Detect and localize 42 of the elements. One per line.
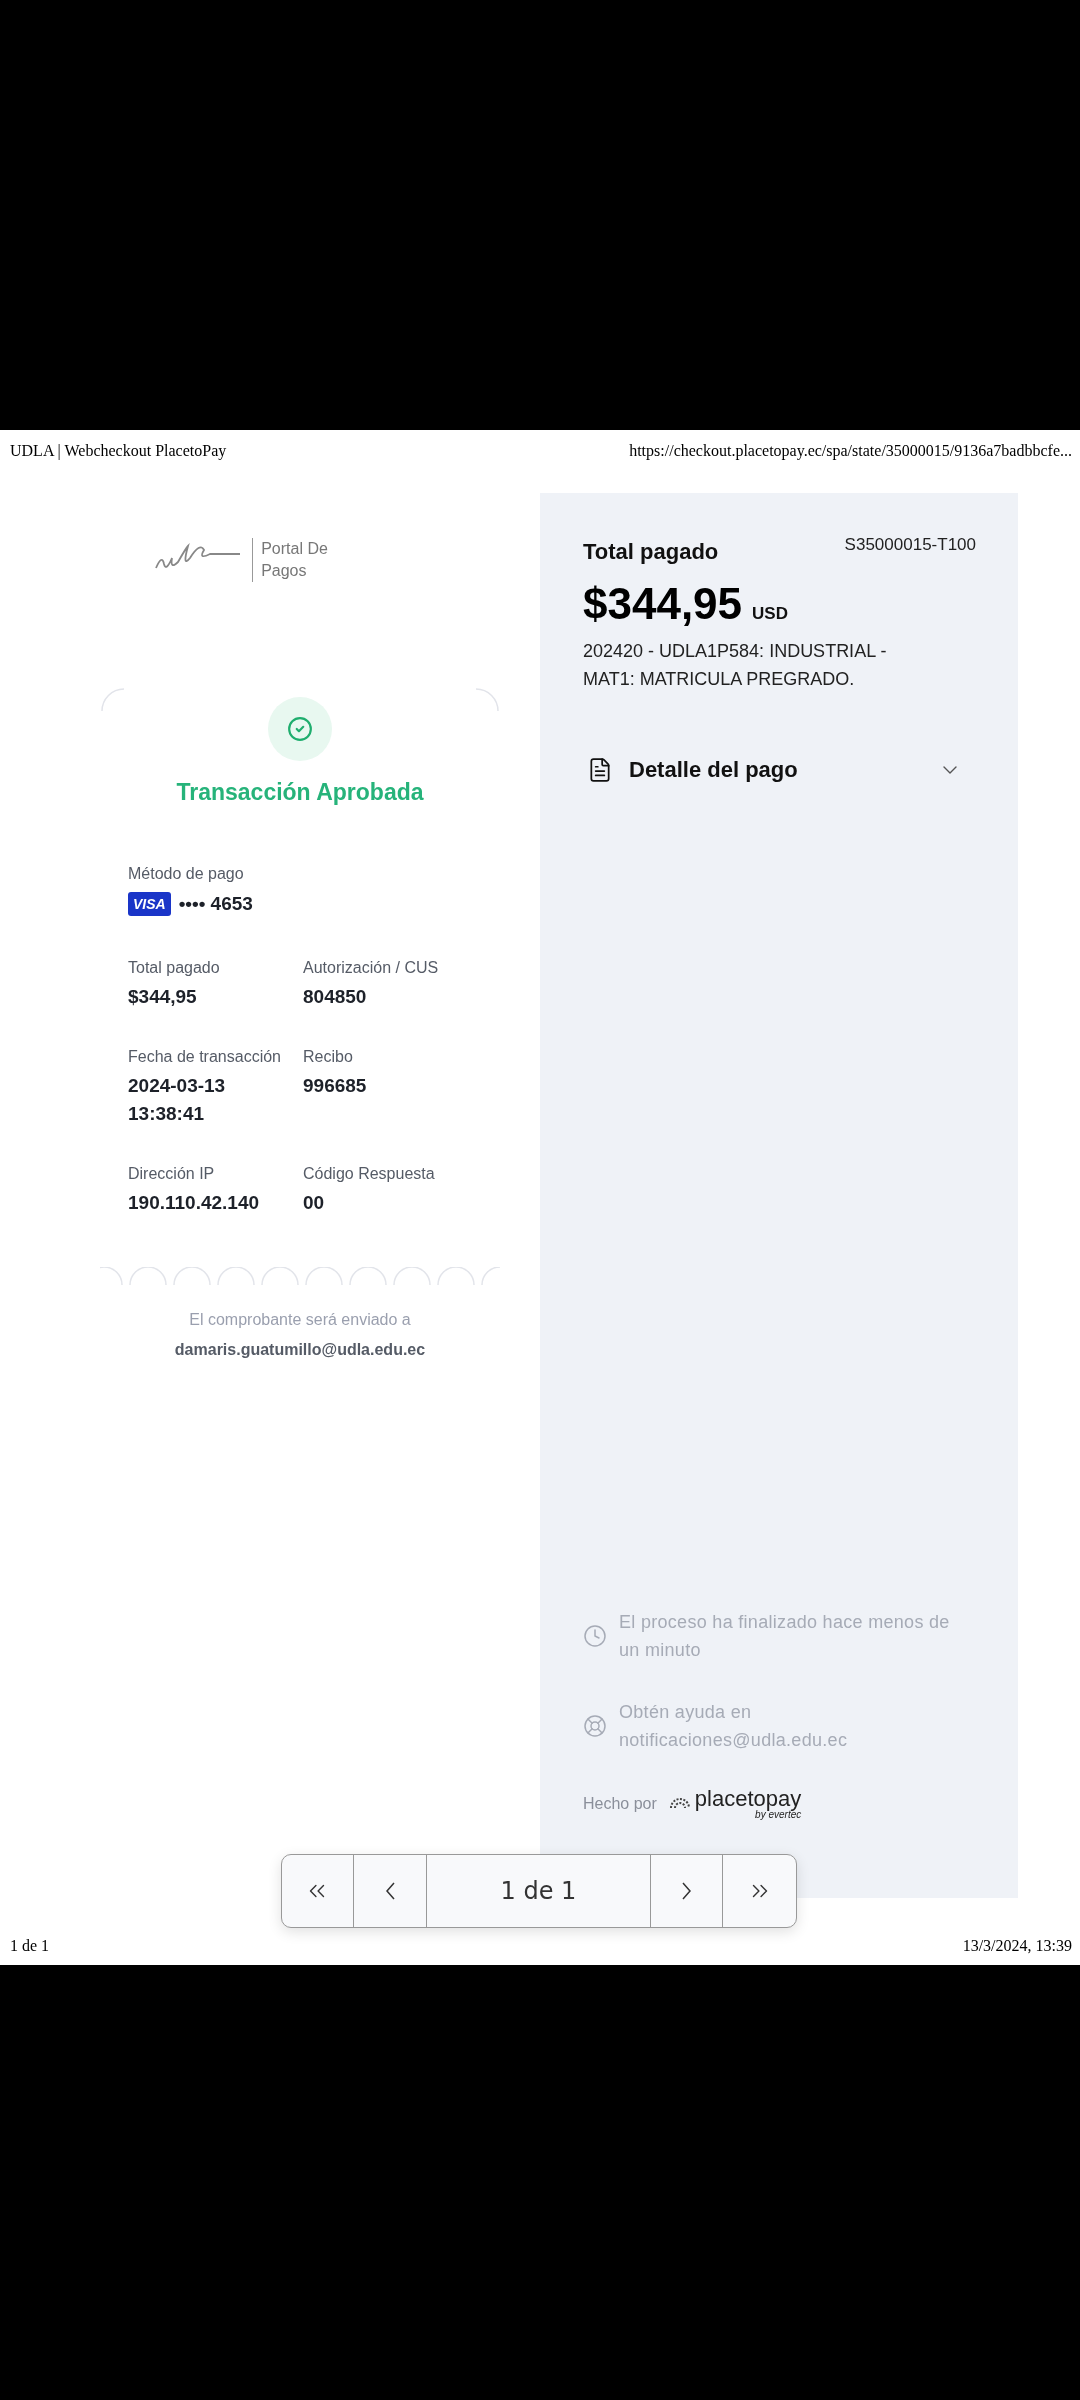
field-label: Fecha de transacción: [128, 1047, 282, 1067]
brand-mark-icon: [668, 1798, 691, 1810]
chevron-right-icon: [681, 1882, 691, 1900]
brand-tagline: by evertec: [755, 1810, 802, 1820]
summary-title: Total pagado: [583, 539, 719, 565]
reference-code: S35000015-T100: [844, 535, 976, 555]
info-note: El proceso ha finalizado hace menos de un minuto: [619, 1611, 951, 1662]
field-label: Recibo: [303, 1047, 354, 1067]
card-brand-badge: VISA: [128, 892, 171, 916]
field-value: 804850: [303, 985, 368, 1009]
status-title: Transacción Aprobada: [176, 779, 424, 806]
payment-detail-toggle[interactable]: Detalle del pago: [583, 757, 976, 783]
field-value: 996685: [303, 1074, 368, 1098]
chevron-left-icon: [385, 1882, 395, 1900]
print-date: 13/3/2024, 13:39: [962, 1937, 1072, 1955]
field-value: $344,95: [128, 985, 198, 1009]
card-number: •••• 4653: [178, 892, 253, 916]
info-note: Obtén ayuda en notificaciones@udla.edu.ec: [619, 1701, 849, 1752]
page-number: 1 de 1: [10, 1937, 50, 1955]
made-by-label: Hecho por: [583, 1795, 657, 1813]
receipt-note: El comprobante será enviado a: [189, 1311, 411, 1329]
receipt-email: damaris.guatumillo@udla.edu.ec: [174, 1341, 426, 1359]
total-amount: $344,95: [583, 579, 743, 629]
field-label: Total pagado: [128, 958, 221, 978]
field-value: 00: [303, 1191, 326, 1215]
field-label: Método de pago: [128, 864, 245, 884]
currency-label: USD: [752, 604, 788, 624]
field-label: Autorización / CUS: [303, 958, 440, 978]
payment-description: 202420 - UDLA1P584: INDUSTRIAL - MAT1: MATRICULA PREGRADO.: [583, 640, 888, 691]
portal-title: Portal De Pagos: [252, 538, 328, 582]
clock-icon: [583, 1624, 607, 1648]
brand-name: placetopay: [694, 1788, 802, 1810]
field-label: Dirección IP: [128, 1164, 216, 1184]
page-indicator[interactable]: 1 de 1: [427, 1855, 651, 1927]
field-value: 2024-03-13 13:38:41: [128, 1074, 227, 1126]
page-title: UDLA | Webcheckout PlacetoPay: [10, 442, 227, 462]
lifebuoy-icon: [583, 1714, 607, 1738]
field-label: Código Respuesta: [303, 1164, 436, 1184]
document-icon: [587, 757, 613, 783]
page-url: https://checkout.placetopay.ec/spa/state/35000015/9136a7badbbcfe...: [629, 442, 1072, 462]
check-circle-icon: [287, 716, 313, 742]
field-value: 190.110.42.140: [128, 1191, 261, 1215]
